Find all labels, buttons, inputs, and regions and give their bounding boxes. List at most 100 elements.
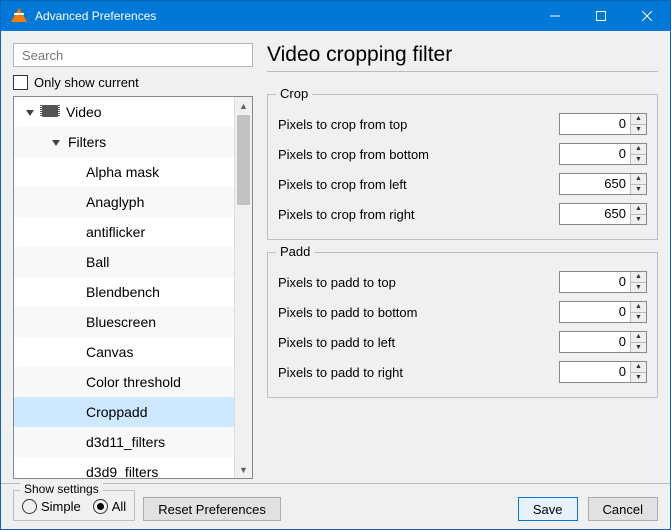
tree-scrollbar[interactable]: ▲ ▼ <box>234 97 252 478</box>
crop-top-input[interactable]: 0▲▼ <box>559 113 647 135</box>
search-field[interactable] <box>20 47 246 64</box>
footer: Show settings Simple All Reset Preferenc… <box>1 483 670 529</box>
step-down-icon[interactable]: ▼ <box>631 282 646 293</box>
tree-item-blendbench[interactable]: Blendbench <box>14 277 235 307</box>
tree-node-video[interactable]: Video <box>14 97 235 127</box>
padd-legend: Padd <box>276 244 314 259</box>
search-input[interactable] <box>13 43 253 67</box>
step-up-icon[interactable]: ▲ <box>631 114 646 124</box>
step-up-icon[interactable]: ▲ <box>631 204 646 214</box>
tree-label: Color threshold <box>86 374 181 390</box>
radio-all-label: All <box>112 499 126 514</box>
vlc-cone-icon <box>11 8 27 24</box>
tree-label: d3d9_filters <box>86 464 158 479</box>
radio-simple-label: Simple <box>41 499 81 514</box>
tree-item-bluescreen[interactable]: Bluescreen <box>14 307 235 337</box>
crop-right-label: Pixels to crop from right <box>278 207 415 222</box>
radio-all[interactable]: All <box>93 499 126 514</box>
crop-legend: Crop <box>276 86 312 101</box>
tree-label: Canvas <box>86 344 133 360</box>
page-title: Video cropping filter <box>267 43 658 67</box>
padd-right-input[interactable]: 0▲▼ <box>559 361 647 383</box>
padd-left-value: 0 <box>560 332 630 352</box>
tree-label: d3d11_filters <box>86 434 165 450</box>
crop-bottom-input[interactable]: 0▲▼ <box>559 143 647 165</box>
scroll-thumb[interactable] <box>237 115 250 205</box>
save-button[interactable]: Save <box>518 497 578 521</box>
tree-item-d3d9-filters[interactable]: d3d9_filters <box>14 457 235 479</box>
titlebar: Advanced Preferences <box>1 1 670 31</box>
padd-top-input[interactable]: 0▲▼ <box>559 271 647 293</box>
window-title: Advanced Preferences <box>35 9 532 23</box>
step-down-icon[interactable]: ▼ <box>631 342 646 353</box>
tree-item-antiflicker[interactable]: antiflicker <box>14 217 235 247</box>
tree-label: Blendbench <box>86 284 160 300</box>
tree-label: Bluescreen <box>86 314 156 330</box>
step-down-icon[interactable]: ▼ <box>631 372 646 383</box>
show-settings-legend: Show settings <box>20 482 103 496</box>
padd-right-label: Pixels to padd to right <box>278 365 403 380</box>
step-up-icon[interactable]: ▲ <box>631 144 646 154</box>
tree-item-canvas[interactable]: Canvas <box>14 337 235 367</box>
radio-simple[interactable]: Simple <box>22 499 81 514</box>
only-show-current-label: Only show current <box>34 75 139 90</box>
tree-label: Alpha mask <box>86 164 159 180</box>
minimize-button[interactable] <box>532 1 578 31</box>
step-up-icon[interactable]: ▲ <box>631 302 646 312</box>
scroll-up-icon[interactable]: ▲ <box>235 97 252 114</box>
cancel-button[interactable]: Cancel <box>588 497 658 521</box>
radio-icon <box>93 499 108 514</box>
crop-top-value: 0 <box>560 114 630 134</box>
tree-item-color-threshold[interactable]: Color threshold <box>14 367 235 397</box>
crop-top-label: Pixels to crop from top <box>278 117 407 132</box>
scroll-down-icon[interactable]: ▼ <box>235 461 252 478</box>
maximize-button[interactable] <box>578 1 624 31</box>
expand-icon[interactable] <box>24 106 36 118</box>
tree-label: antiflicker <box>86 224 145 240</box>
padd-group: Padd Pixels to padd to top 0▲▼ Pixels to… <box>267 252 658 398</box>
tree-item-alpha-mask[interactable]: Alpha mask <box>14 157 235 187</box>
step-up-icon[interactable]: ▲ <box>631 272 646 282</box>
step-down-icon[interactable]: ▼ <box>631 124 646 135</box>
tree-item-anaglyph[interactable]: Anaglyph <box>14 187 235 217</box>
crop-bottom-value: 0 <box>560 144 630 164</box>
preferences-window: Advanced Preferences Only show current <box>0 0 671 530</box>
video-icon <box>42 105 58 119</box>
padd-top-value: 0 <box>560 272 630 292</box>
close-button[interactable] <box>624 1 670 31</box>
radio-icon <box>22 499 37 514</box>
expand-icon[interactable] <box>50 136 62 148</box>
tree-item-d3d11-filters[interactable]: d3d11_filters <box>14 427 235 457</box>
crop-right-value: 650 <box>560 204 630 224</box>
padd-left-label: Pixels to padd to left <box>278 335 395 350</box>
step-down-icon[interactable]: ▼ <box>631 184 646 195</box>
checkbox-icon <box>13 75 28 90</box>
step-down-icon[interactable]: ▼ <box>631 312 646 323</box>
settings-tree[interactable]: Video Filters Alpha mask Anaglyph antifl… <box>13 96 253 479</box>
tree-label: Video <box>66 104 102 120</box>
step-up-icon[interactable]: ▲ <box>631 174 646 184</box>
padd-bottom-input[interactable]: 0▲▼ <box>559 301 647 323</box>
crop-left-label: Pixels to crop from left <box>278 177 407 192</box>
tree-label: Croppadd <box>86 404 148 420</box>
tree-node-filters[interactable]: Filters <box>14 127 235 157</box>
padd-left-input[interactable]: 0▲▼ <box>559 331 647 353</box>
tree-label: Anaglyph <box>86 194 144 210</box>
crop-right-input[interactable]: 650▲▼ <box>559 203 647 225</box>
crop-left-input[interactable]: 650▲▼ <box>559 173 647 195</box>
tree-label: Ball <box>86 254 109 270</box>
crop-left-value: 650 <box>560 174 630 194</box>
show-settings-group: Show settings Simple All <box>13 490 135 521</box>
step-up-icon[interactable]: ▲ <box>631 362 646 372</box>
tree-label: Filters <box>68 134 106 150</box>
step-up-icon[interactable]: ▲ <box>631 332 646 342</box>
padd-right-value: 0 <box>560 362 630 382</box>
tree-item-croppadd[interactable]: Croppadd <box>14 397 235 427</box>
crop-bottom-label: Pixels to crop from bottom <box>278 147 429 162</box>
step-down-icon[interactable]: ▼ <box>631 214 646 225</box>
reset-preferences-button[interactable]: Reset Preferences <box>143 497 281 521</box>
padd-top-label: Pixels to padd to top <box>278 275 396 290</box>
step-down-icon[interactable]: ▼ <box>631 154 646 165</box>
tree-item-ball[interactable]: Ball <box>14 247 235 277</box>
only-show-current-checkbox[interactable]: Only show current <box>13 75 253 90</box>
